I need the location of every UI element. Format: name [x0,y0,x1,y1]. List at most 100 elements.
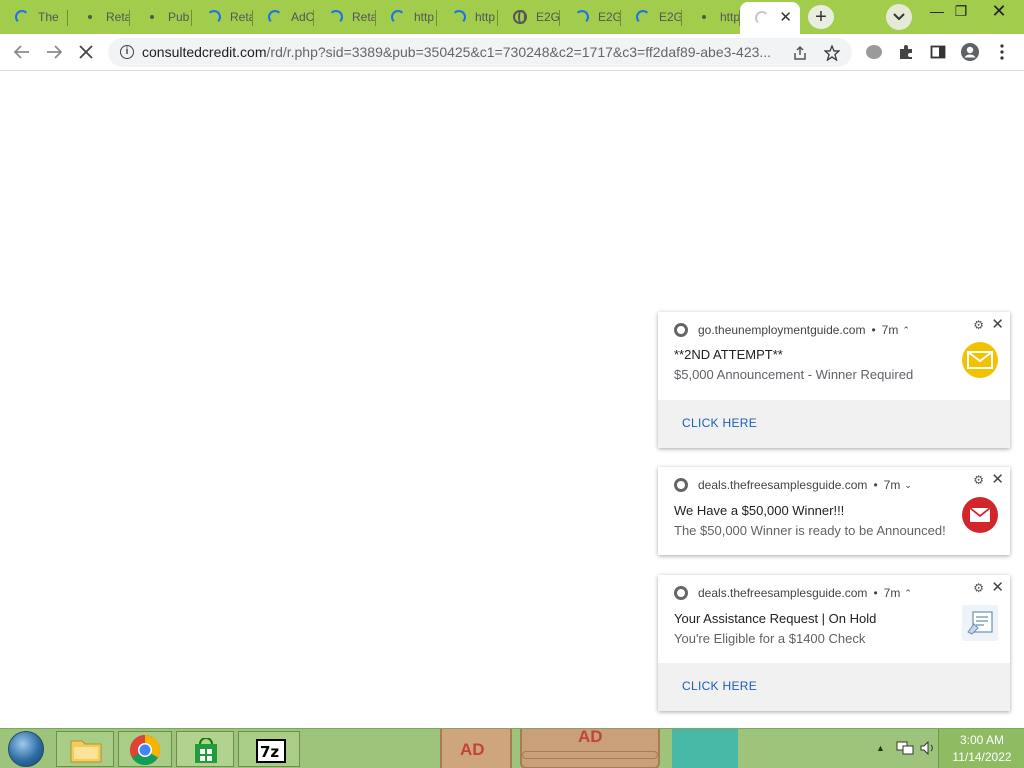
loading-spinner-icon [574,9,590,25]
show-hidden-icons-button[interactable]: ▲ [876,743,885,753]
clock[interactable]: 3:00 AM 11/14/2022 [938,729,1024,768]
browser-tab[interactable]: Pub [130,3,192,31]
notification-body: The $50,000 Winner is ready to be Announ… [674,523,946,538]
back-button[interactable] [10,40,34,64]
chevron-up-icon[interactable]: ⌃ [902,325,910,336]
browser-tab[interactable]: E2G [560,3,621,31]
volume-icon[interactable] [920,740,936,756]
stop-loading-button[interactable] [74,40,98,64]
loading-spinner-icon [267,9,283,25]
notification-source: go.theunemploymentguide.com [698,323,866,337]
share-icon[interactable] [790,43,810,63]
close-icon[interactable]: ✕ [991,315,1004,333]
browser-tab[interactable]: E2G [498,3,560,31]
browser-tab[interactable]: Reta [314,3,376,31]
tab-title: Reta [230,10,253,24]
action-label: CLICK HERE [682,416,758,430]
new-tab-button[interactable]: + [808,5,834,29]
browser-tab[interactable]: The [0,3,68,31]
puzzle-extensions-icon[interactable] [894,40,918,64]
gear-icon[interactable]: ⚙ [973,581,984,595]
notification-age: 7m [883,478,901,492]
notification-title: Your Assistance Request | On Hold [674,611,877,626]
profile-avatar-icon[interactable] [958,40,982,64]
chrome-icon [674,323,688,337]
loading-spinner-icon [390,9,406,25]
forward-button[interactable] [42,40,66,64]
check-document-icon [962,605,998,641]
chevron-down-icon [893,13,905,21]
close-icon[interactable]: ✕ [991,470,1004,488]
restore-button[interactable]: ❐ [946,2,976,20]
ad-label: AD [578,727,603,746]
tab-title: E2G [536,10,560,24]
url-text[interactable]: consultedcredit.com/rd/r.php?sid=3389&pu… [142,44,792,60]
browser-tab[interactable]: E2G [621,3,682,31]
browser-tab[interactable]: ✕ [740,2,800,34]
menu-kebab-icon[interactable] [990,40,1014,64]
tab-search-button[interactable] [886,4,912,30]
7zip-icon: 7z [256,739,286,763]
loading-spinner-icon [328,9,344,25]
taskbar-ad-window[interactable]: AD [440,729,512,768]
browser-tab[interactable]: Reta [192,3,253,31]
tab-title: Reta [106,10,130,24]
close-icon[interactable]: ✕ [991,578,1004,596]
chrome-icon [129,735,161,766]
file-explorer-button[interactable] [56,731,114,767]
tab-title: E2G [598,10,621,24]
chrome-icon [674,586,688,600]
notification-source: deals.thefreesamplesguide.com [698,478,868,492]
separator-dot: • [873,478,878,492]
browser-tab[interactable]: Reta [68,3,130,31]
notification-card[interactable]: deals.thefreesamplesguide.com • 7m ⌃ ⚙ ✕… [658,575,1010,711]
tab-title: http [475,10,496,24]
tab-title: E2G [659,10,682,24]
taskbar: 7z AD AD ▲ 3:00 AM 11/14/2022 [0,727,1024,768]
extension-icon[interactable] [862,40,886,64]
site-info-icon[interactable]: i [120,45,134,59]
taskbar-ad-window[interactable]: AD [520,727,660,768]
loading-spinner-icon [14,9,30,25]
bookmark-star-icon[interactable] [822,43,842,63]
notification-header: deals.thefreesamplesguide.com • 7m ⌃ [674,585,912,601]
gear-icon[interactable]: ⚙ [973,473,984,487]
browser-toolbar: i consultedcredit.com/rd/r.php?sid=3389&… [0,34,1024,71]
browser-tab[interactable]: http [437,3,498,31]
address-bar[interactable]: i consultedcredit.com/rd/r.php?sid=3389&… [108,38,852,67]
chevron-down-icon[interactable]: ⌄ [904,480,912,491]
gear-icon[interactable]: ⚙ [973,318,984,332]
chrome-taskbar-button[interactable] [118,731,172,767]
loading-icon [144,9,160,25]
side-panel-icon[interactable] [926,40,950,64]
network-icon[interactable] [896,741,914,755]
desktop: The Reta Pub Reta AdC Reta http http E2G E2G E2G ht… [0,0,1024,768]
notification-source: deals.thefreesamplesguide.com [698,586,868,600]
browser-tab[interactable]: http [682,3,740,31]
tab-title: http [720,10,740,24]
chevron-up-icon[interactable]: ⌃ [904,588,912,599]
loading-spinner-icon [635,9,651,25]
notification-title: We Have a $50,000 Winner!!! [674,503,845,518]
store-taskbar-button[interactable] [176,731,234,767]
7zip-taskbar-button[interactable]: 7z [238,731,300,767]
notification-action-button[interactable]: CLICK HERE [658,663,1010,711]
notification-action-button[interactable]: CLICK HERE [658,400,1010,448]
arrow-right-icon [47,45,62,59]
start-button[interactable] [8,731,44,767]
tab-strip: The Reta Pub Reta AdC Reta http http E2G E2G E2G ht… [0,0,1024,34]
notification-title: **2ND ATTEMPT** [674,347,783,362]
notification-age: 7m [883,586,901,600]
browser-tab[interactable]: AdC [253,3,314,31]
browser-tab[interactable]: http [376,3,437,31]
notification-card[interactable]: deals.thefreesamplesguide.com • 7m ⌄ ⚙ ✕… [658,467,1010,555]
notification-card[interactable]: go.theunemploymentguide.com • 7m ⌃ ⚙ ✕ *… [658,312,1010,448]
close-tab-icon[interactable]: ✕ [779,8,792,26]
notification-body: $5,000 Announcement - Winner Required [674,367,914,382]
notification-header: deals.thefreesamplesguide.com • 7m ⌄ [674,477,912,493]
loading-icon [82,9,98,25]
loading-spinner-icon [754,10,770,26]
taskbar-window-preview[interactable] [672,729,738,768]
close-window-button[interactable]: ✕ [984,2,1014,20]
close-icon [79,45,93,59]
